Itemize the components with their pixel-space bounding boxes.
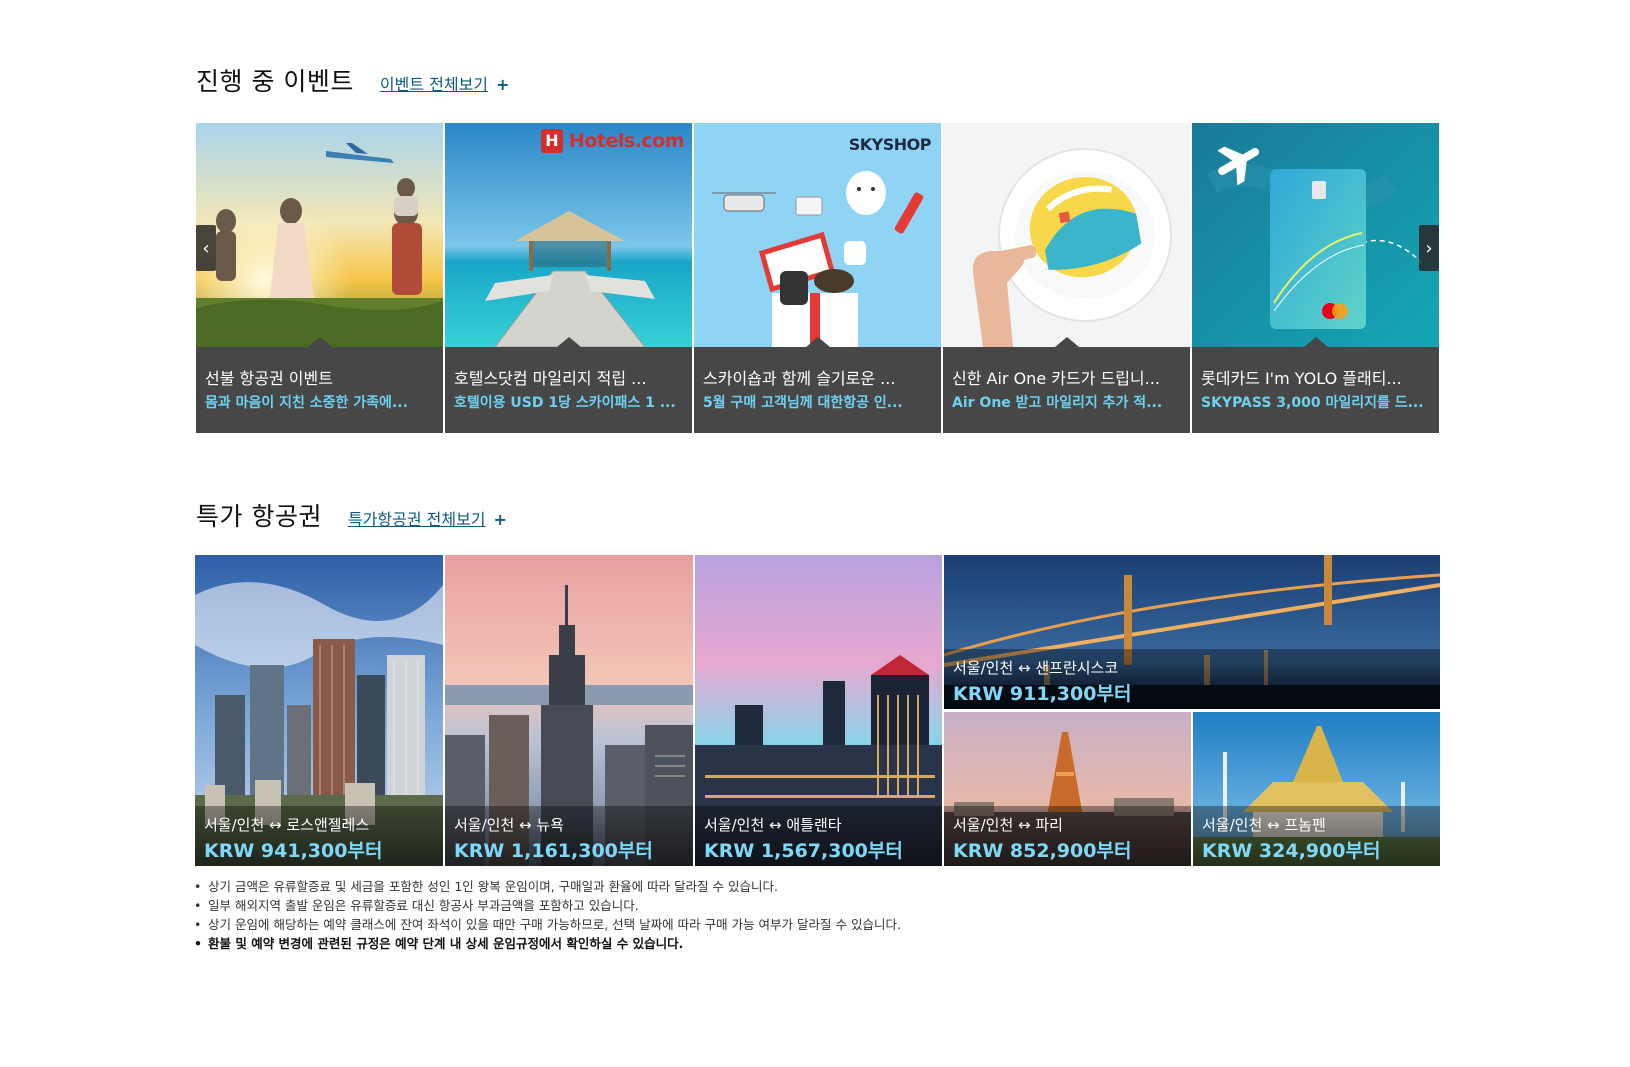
event-subtitle[interactable]: 5월 구매 고객님께 대한항공 인...: [703, 392, 932, 412]
fare-card-phnom-penh[interactable]: 서울/인천 ↔ 프놈펜 KRW 324,900부터: [1193, 712, 1440, 866]
plus-icon[interactable]: +: [496, 75, 509, 94]
fares-view-all-link[interactable]: 특가항공권 전체보기 +: [348, 506, 507, 530]
event-title[interactable]: 선불 항공권 이벤트: [205, 365, 434, 389]
note-item: 상기 금액은 유류할증료 및 세금을 포함한 성인 1인 왕복 운임이며, 구매…: [194, 877, 901, 896]
carousel-next-button[interactable]: ›: [1419, 225, 1439, 271]
chevron-left-icon: ‹: [202, 237, 210, 259]
event-card-5[interactable]: 롯데카드 I'm YOLO 플래티... SKYPASS 3,000 마일리지를…: [1192, 123, 1439, 433]
skyshop-logo: SKYSHOP: [848, 135, 932, 154]
events-header: 진행 중 이벤트 이벤트 전체보기 +: [196, 62, 509, 98]
event-subtitle[interactable]: 몸과 마음이 지친 소중한 가족에...: [205, 392, 434, 412]
events-title: 진행 중 이벤트: [196, 67, 354, 96]
event-title[interactable]: 호텔스닷컴 마일리지 적립 ...: [454, 365, 683, 389]
note-item: 일부 해외지역 출발 운임은 유류할증료 대신 항공사 부과금액을 포함하고 있…: [194, 896, 901, 915]
note-item: 상기 운임에 해당하는 예약 클래스에 잔여 좌석이 있을 때만 구매 가능하므…: [194, 915, 901, 934]
fare-overlay[interactable]: 서울/인천 ↔ 로스앤젤레스 KRW 941,300부터: [195, 806, 443, 866]
fare-route[interactable]: 서울/인천 ↔ 프놈펜: [1202, 814, 1431, 835]
event-caption[interactable]: 호텔스닷컴 마일리지 적립 ... 호텔이용 USD 1당 스카이패스 1 ..…: [445, 337, 692, 433]
family-airplane-image[interactable]: [196, 123, 443, 347]
event-subtitle[interactable]: Air One 받고 마일리지 추가 적...: [952, 392, 1181, 412]
skyshop-gift-image[interactable]: SKYSHOP: [694, 123, 941, 347]
fare-route[interactable]: 서울/인천 ↔ 뉴욕: [454, 814, 684, 835]
fare-card-atlanta[interactable]: 서울/인천 ↔ 애틀랜타 KRW 1,567,300부터: [695, 555, 942, 866]
fare-price[interactable]: KRW 1,567,300부터: [704, 836, 933, 863]
card-plate-image[interactable]: [943, 123, 1190, 347]
fare-price[interactable]: KRW 852,900부터: [953, 836, 1182, 863]
hotels-brand: Hotels.com: [568, 130, 685, 152]
lotte-card-image[interactable]: [1192, 123, 1439, 347]
fare-card-los-angeles[interactable]: 서울/인천 ↔ 로스앤젤레스 KRW 941,300부터: [195, 555, 443, 866]
hotels-dock-image[interactable]: H Hotels.com: [445, 123, 692, 347]
carousel-prev-button[interactable]: ‹: [196, 225, 216, 271]
chevron-right-icon: ›: [1425, 237, 1433, 259]
fares-view-all-label[interactable]: 특가항공권 전체보기: [348, 510, 486, 529]
fare-card-new-york[interactable]: 서울/인천 ↔ 뉴욕 KRW 1,161,300부터: [445, 555, 693, 866]
fare-price[interactable]: KRW 1,161,300부터: [454, 836, 684, 863]
event-caption[interactable]: 신한 Air One 카드가 드립니... Air One 받고 마일리지 추가…: [943, 337, 1190, 433]
event-caption[interactable]: 선불 항공권 이벤트 몸과 마음이 지친 소중한 가족에...: [196, 337, 443, 433]
event-card-1[interactable]: 선불 항공권 이벤트 몸과 마음이 지친 소중한 가족에...: [196, 123, 443, 433]
fare-price[interactable]: KRW 941,300부터: [204, 836, 434, 863]
plus-icon[interactable]: +: [494, 510, 507, 529]
fare-price[interactable]: KRW 911,300부터: [953, 679, 1431, 706]
event-caption[interactable]: 스카이숍과 함께 슬기로운 ... 5월 구매 고객님께 대한항공 인...: [694, 337, 941, 433]
hotels-logo: H Hotels.com: [540, 129, 685, 153]
fare-route[interactable]: 서울/인천 ↔ 샌프란시스코: [953, 657, 1431, 678]
fare-overlay[interactable]: 서울/인천 ↔ 프놈펜 KRW 324,900부터: [1193, 806, 1440, 866]
fare-overlay[interactable]: 서울/인천 ↔ 애틀랜타 KRW 1,567,300부터: [695, 806, 942, 866]
fare-card-san-francisco[interactable]: 서울/인천 ↔ 샌프란시스코 KRW 911,300부터: [944, 555, 1440, 709]
fares-header: 특가 항공권 특가항공권 전체보기 +: [196, 497, 507, 533]
note-item: 환불 및 예약 변경에 관련된 규정은 예약 단계 내 상세 운임규정에서 확인…: [194, 934, 901, 953]
hotels-h-icon: H: [540, 129, 563, 153]
fare-overlay[interactable]: 서울/인천 ↔ 뉴욕 KRW 1,161,300부터: [445, 806, 693, 866]
fare-overlay[interactable]: 서울/인천 ↔ 파리 KRW 852,900부터: [944, 806, 1191, 866]
fare-price[interactable]: KRW 324,900부터: [1202, 836, 1431, 863]
event-title[interactable]: 스카이숍과 함께 슬기로운 ...: [703, 365, 932, 389]
events-view-all-label[interactable]: 이벤트 전체보기: [380, 75, 488, 94]
events-carousel: 선불 항공권 이벤트 몸과 마음이 지친 소중한 가족에... H Hotels…: [196, 123, 1439, 433]
fares-grid: 서울/인천 ↔ 로스앤젤레스 KRW 941,300부터 서울/인천 ↔ 뉴욕 …: [195, 555, 1440, 866]
event-title[interactable]: 롯데카드 I'm YOLO 플래티...: [1201, 365, 1430, 389]
fare-route[interactable]: 서울/인천 ↔ 로스앤젤레스: [204, 814, 434, 835]
fares-title: 특가 항공권: [196, 502, 322, 531]
fare-route[interactable]: 서울/인천 ↔ 파리: [953, 814, 1182, 835]
event-subtitle[interactable]: 호텔이용 USD 1당 스카이패스 1 ...: [454, 392, 683, 412]
event-card-3[interactable]: SKYSHOP 스카이숍과 함께 슬기로운 ... 5월 구매 고객님께 대한항…: [694, 123, 941, 433]
event-card-4[interactable]: 신한 Air One 카드가 드립니... Air One 받고 마일리지 추가…: [943, 123, 1190, 433]
event-caption[interactable]: 롯데카드 I'm YOLO 플래티... SKYPASS 3,000 마일리지를…: [1192, 337, 1439, 433]
event-subtitle[interactable]: SKYPASS 3,000 마일리지를 드...: [1201, 392, 1430, 412]
fare-card-paris[interactable]: 서울/인천 ↔ 파리 KRW 852,900부터: [944, 712, 1191, 866]
event-card-2[interactable]: H Hotels.com 호텔스닷컴 마일리지 적립 ... 호텔이용 USD …: [445, 123, 692, 433]
events-view-all-link[interactable]: 이벤트 전체보기 +: [380, 71, 510, 95]
fare-notes: 상기 금액은 유류할증료 및 세금을 포함한 성인 1인 왕복 운임이며, 구매…: [194, 877, 901, 953]
event-title[interactable]: 신한 Air One 카드가 드립니...: [952, 365, 1181, 389]
fare-route[interactable]: 서울/인천 ↔ 애틀랜타: [704, 814, 933, 835]
fare-overlay[interactable]: 서울/인천 ↔ 샌프란시스코 KRW 911,300부터: [944, 649, 1440, 709]
